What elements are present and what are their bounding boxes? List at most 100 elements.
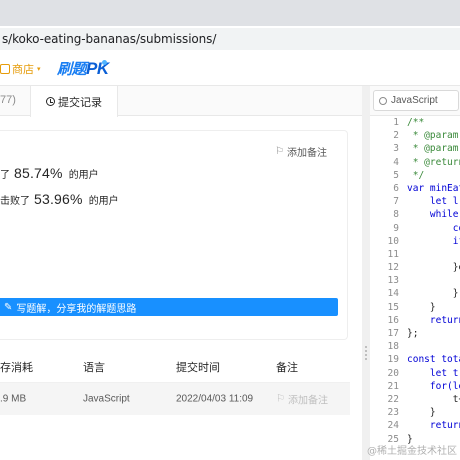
code-line: t+ bbox=[407, 393, 460, 405]
code-line: */ bbox=[407, 169, 425, 181]
line-number: 20 bbox=[387, 367, 399, 379]
memory-percentile: 53.96% bbox=[34, 191, 83, 207]
header-language: 语言 bbox=[83, 361, 105, 374]
runtime-stat-prefix: 了 bbox=[0, 170, 10, 181]
line-number: 12 bbox=[387, 262, 399, 274]
address-bar[interactable]: s/koko-eating-bananas/submissions/ bbox=[0, 28, 460, 50]
header-memory: 存消耗 bbox=[0, 361, 33, 374]
header-time: 提交时间 bbox=[176, 361, 220, 374]
line-number: 8 bbox=[393, 209, 399, 221]
pk-logo[interactable]: 刷题PK bbox=[57, 58, 109, 79]
code-line: let t bbox=[407, 367, 459, 379]
code-line: * @param bbox=[407, 143, 459, 155]
code-line: var minEat bbox=[407, 182, 460, 194]
submissions-table: 存消耗 语言 提交时间 备注 .9 MB JavaScript 2022/04/… bbox=[0, 351, 350, 419]
submission-panel: 77) 提交记录 ⚐ 添加备注 了 85.74% 的用户 击败了 53.96% … bbox=[0, 86, 362, 460]
memory-stat-suffix: 的用户 bbox=[88, 196, 119, 207]
line-number: 9 bbox=[393, 222, 399, 234]
browser-toolbar: s/koko-eating-bananas/submissions/ bbox=[0, 0, 460, 50]
table-header: 存消耗 语言 提交时间 备注 bbox=[0, 351, 350, 383]
code-line: return bbox=[407, 420, 460, 432]
line-number: 2 bbox=[393, 130, 399, 142]
line-number: 5 bbox=[393, 169, 399, 181]
write-solution-button[interactable]: ✎ 写题解，分享我的解题思路 bbox=[0, 298, 338, 316]
line-number-gutter: 1 2 3 4 5 6 7 8 9 10 11 12 13 14 15 16 17 18 19 20 21 22 23 24 2… bbox=[370, 116, 400, 446]
line-number: 6 bbox=[393, 182, 399, 194]
row-memory: .9 MB bbox=[0, 393, 27, 405]
header-note: 备注 bbox=[276, 361, 298, 374]
code-line: if bbox=[407, 235, 460, 247]
code-line: const tota bbox=[407, 354, 460, 366]
code-line: for(le bbox=[407, 380, 460, 392]
code-line: } bbox=[407, 301, 436, 313]
drag-handle-icon bbox=[365, 346, 367, 360]
add-note-label: 添加备注 bbox=[287, 148, 327, 159]
line-number: 18 bbox=[387, 341, 399, 353]
line-number: 19 bbox=[387, 354, 399, 366]
row-note-label: 添加备注 bbox=[287, 395, 328, 407]
flag-icon: ⚐ bbox=[275, 146, 284, 157]
code-line: } bbox=[407, 407, 436, 419]
runtime-percentile: 85.74% bbox=[14, 165, 63, 181]
line-number: 4 bbox=[393, 156, 399, 168]
code-lines: /** * @param * @param * @return */var mi… bbox=[407, 116, 460, 446]
shop-label: 商店 bbox=[12, 64, 34, 76]
line-number: 7 bbox=[393, 196, 399, 208]
code-line: while( bbox=[407, 209, 460, 221]
runtime-stat-suffix: 的用户 bbox=[68, 170, 99, 181]
flag-icon: ⚐ bbox=[276, 393, 285, 405]
runtime-stat: 了 85.74% 的用户 bbox=[0, 165, 99, 181]
memory-stat: 击败了 53.96% 的用户 bbox=[0, 191, 119, 207]
site-header: 商店 ▾ 刷题PK bbox=[0, 50, 460, 86]
code-line: }el bbox=[452, 262, 460, 274]
line-number: 13 bbox=[387, 275, 399, 287]
line-number: 23 bbox=[387, 407, 399, 419]
add-note-button[interactable]: ⚐ 添加备注 bbox=[275, 144, 327, 159]
language-select-value: JavaScript bbox=[391, 95, 438, 106]
line-number: 21 bbox=[387, 380, 399, 392]
clock-icon bbox=[46, 97, 55, 106]
code-line: /** bbox=[407, 117, 425, 128]
row-add-note-button[interactable]: ⚐ 添加备注 bbox=[276, 392, 328, 407]
line-number: 22 bbox=[387, 393, 399, 405]
code-line: return bbox=[407, 314, 460, 326]
memory-stat-prefix: 击败了 bbox=[0, 196, 30, 207]
row-language: JavaScript bbox=[83, 393, 130, 405]
line-number: 10 bbox=[387, 235, 399, 247]
line-number: 16 bbox=[387, 314, 399, 326]
tab-submissions-label: 提交记录 bbox=[58, 96, 102, 109]
line-number: 11 bbox=[387, 248, 399, 260]
code-editor-panel: JavaScript 1 2 3 4 5 6 7 8 9 10 11 12 13 14 15 16 17 18 19… bbox=[370, 86, 460, 460]
table-row[interactable]: .9 MB JavaScript 2022/04/03 11:09 ⚐ 添加备注 bbox=[0, 383, 350, 415]
code-line: co bbox=[407, 222, 460, 234]
write-solution-label: 写题解，分享我的解题思路 bbox=[16, 303, 137, 315]
panel-splitter[interactable] bbox=[362, 86, 370, 460]
browser-tab-strip bbox=[0, 0, 460, 26]
settings-icon bbox=[379, 96, 387, 105]
url-text: s/koko-eating-bananas/submissions/ bbox=[2, 32, 217, 46]
editor-toolbar: JavaScript bbox=[370, 86, 460, 116]
line-number: 24 bbox=[387, 420, 399, 432]
line-number: 3 bbox=[393, 143, 399, 155]
shop-menu[interactable]: 商店 ▾ bbox=[0, 61, 41, 77]
code-line: }; bbox=[407, 328, 419, 339]
result-card: ⚐ 添加备注 了 85.74% 的用户 击败了 53.96% 的用户 ✎ 写题解… bbox=[0, 130, 348, 340]
code-editor[interactable]: 1 2 3 4 5 6 7 8 9 10 11 12 13 14 15 16 17 18 19 20 21 22 23 24 2… bbox=[370, 116, 460, 460]
line-number: 1 bbox=[393, 117, 399, 128]
code-line: * @param bbox=[407, 130, 459, 142]
language-select[interactable]: JavaScript bbox=[373, 90, 459, 111]
line-number: 15 bbox=[387, 301, 399, 313]
shop-icon bbox=[0, 64, 10, 74]
chevron-down-icon: ▾ bbox=[37, 66, 41, 73]
line-number: 14 bbox=[387, 288, 399, 300]
logo-spark-icon bbox=[102, 60, 107, 65]
tab-bar: 77) 提交记录 bbox=[0, 86, 362, 117]
tab-submissions[interactable]: 提交记录 bbox=[30, 86, 118, 117]
watermark: @稀土掘金技术社区 bbox=[367, 446, 457, 457]
code-line: } bbox=[407, 288, 459, 300]
line-number: 17 bbox=[387, 328, 399, 339]
tab-solutions-count[interactable]: 77) bbox=[0, 94, 16, 106]
